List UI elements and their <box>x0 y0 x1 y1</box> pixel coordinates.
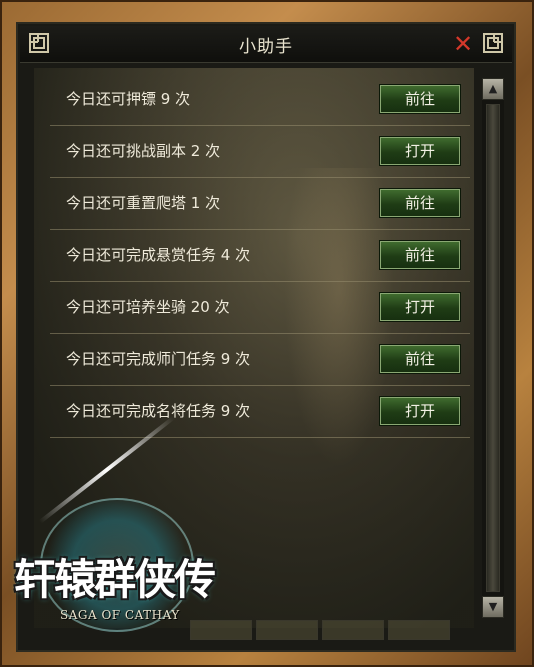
task-row: 今日还可重置爬塔 1 次 前往 <box>50 178 470 230</box>
task-action-button[interactable]: 打开 <box>379 396 461 426</box>
task-label: 今日还可完成名将任务 9 次 <box>66 402 251 420</box>
bottom-slot <box>388 620 450 640</box>
triangle-down-icon: ▼ <box>488 600 498 613</box>
task-action-button[interactable]: 前往 <box>379 188 461 218</box>
task-label: 今日还可完成悬赏任务 4 次 <box>66 246 251 264</box>
task-row: 今日还可押镖 9 次 前往 <box>50 74 470 126</box>
task-action-button[interactable]: 打开 <box>379 292 461 322</box>
close-button[interactable]: ✕ <box>450 31 476 57</box>
vertical-scrollbar[interactable]: ▲ ▼ <box>482 78 504 618</box>
triangle-up-icon: ▲ <box>488 82 498 95</box>
task-action-button[interactable]: 打开 <box>379 136 461 166</box>
logo-subtitle: SAGA OF CATHAY <box>60 608 180 622</box>
task-row: 今日还可完成悬赏任务 4 次 前往 <box>50 230 470 282</box>
scroll-track[interactable] <box>486 104 500 592</box>
task-label: 今日还可完成师门任务 9 次 <box>66 350 251 368</box>
task-row: 今日还可完成名将任务 9 次 打开 <box>50 386 470 438</box>
task-row: 今日还可挑战副本 2 次 打开 <box>50 126 470 178</box>
right-knot-ornament-icon <box>483 33 503 53</box>
scroll-thumb[interactable] <box>487 105 499 591</box>
task-label: 今日还可重置爬塔 1 次 <box>66 194 221 212</box>
scroll-up-button[interactable]: ▲ <box>482 78 504 100</box>
close-icon: ✕ <box>452 30 474 58</box>
task-label: 今日还可培养坐骑 20 次 <box>66 298 230 316</box>
task-label: 今日还可押镖 9 次 <box>66 90 191 108</box>
title-bar[interactable]: 小助手 ✕ <box>20 26 512 63</box>
task-label: 今日还可挑战副本 2 次 <box>66 142 221 160</box>
task-action-button[interactable]: 前往 <box>379 84 461 114</box>
game-logo: 轩辕群侠传 SAGA OF CATHAY <box>0 415 240 660</box>
scroll-down-button[interactable]: ▼ <box>482 596 504 618</box>
logo-title: 轩辕群侠传 <box>14 555 216 604</box>
task-action-button[interactable]: 前往 <box>379 344 461 374</box>
task-row: 今日还可培养坐骑 20 次 打开 <box>50 282 470 334</box>
task-row: 今日还可完成师门任务 9 次 前往 <box>50 334 470 386</box>
task-action-button[interactable]: 前往 <box>379 240 461 270</box>
window-title: 小助手 <box>239 37 293 57</box>
bottom-slot <box>256 620 318 640</box>
bottom-slot <box>322 620 384 640</box>
